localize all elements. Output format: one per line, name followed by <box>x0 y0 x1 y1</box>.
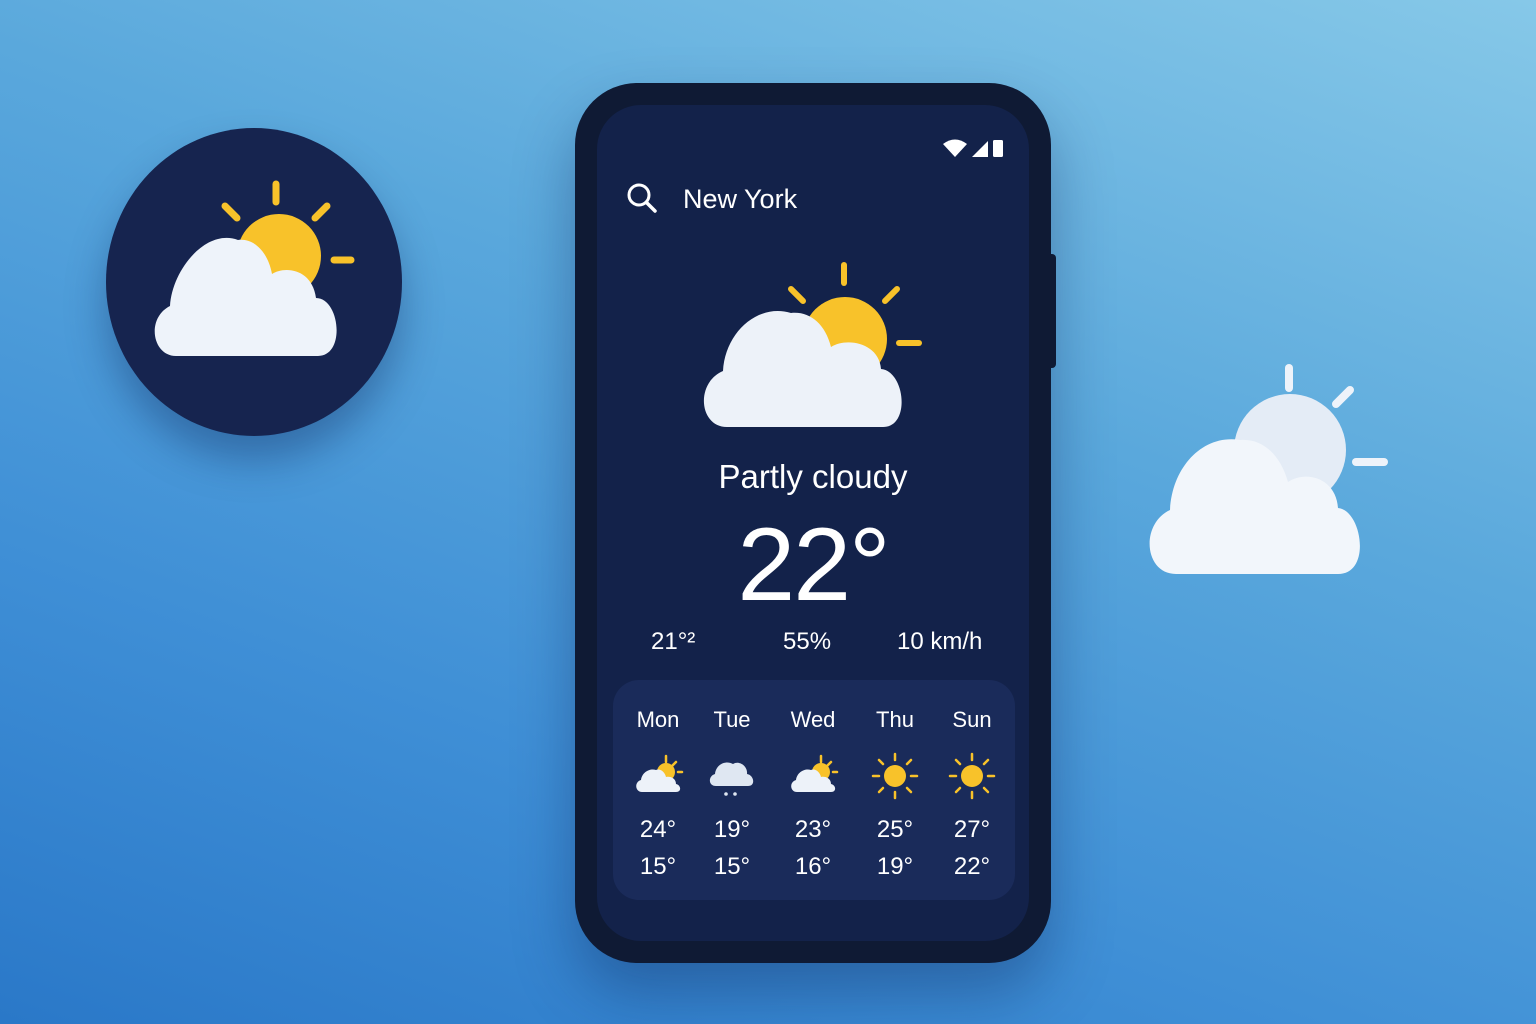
forecast-low: 15° <box>713 853 751 880</box>
app-icon-partly-cloudy <box>154 180 355 356</box>
current-temperature: 22° <box>737 507 890 623</box>
forecast-day[interactable]: Thu 25° 19° <box>860 680 930 900</box>
stat-humidity: 55% <box>783 628 832 655</box>
forecast-day-name: Tue <box>713 707 751 732</box>
app-icon <box>106 128 402 436</box>
forecast-low: 16° <box>794 853 832 880</box>
location-name[interactable]: New York <box>683 183 797 215</box>
forecast-high: 19° <box>713 816 751 843</box>
partly-cloudy-icon <box>697 259 927 444</box>
stat-wind: 10 km/h <box>897 628 983 655</box>
forecast-day-name: Wed <box>790 707 836 732</box>
sun-icon <box>948 752 996 800</box>
forecast-day[interactable]: Mon 24° 15° <box>623 680 693 900</box>
forecast-high: 25° <box>876 816 914 843</box>
forecast-day-name: Sun <box>952 707 992 732</box>
sun-icon <box>871 752 919 800</box>
forecast-low: 15° <box>639 853 677 880</box>
signal-icon <box>972 141 988 157</box>
phone-side-button <box>1049 254 1056 368</box>
forecast-day-name: Mon <box>636 707 680 732</box>
forecast-low: 22° <box>953 853 991 880</box>
forecast-day-name: Thu <box>876 707 914 732</box>
weather-app-screen: New York Partly cloudy 22° 21°² 55% 10 k… <box>597 105 1029 941</box>
forecast-day[interactable]: Tue 19° 15° <box>697 680 767 900</box>
forecast-day[interactable]: Wed 23° 16° <box>778 680 848 900</box>
forecast-high: 27° <box>953 816 991 843</box>
search-icon[interactable] <box>625 181 659 220</box>
forecast-low: 19° <box>876 853 914 880</box>
forecast-high: 24° <box>639 816 677 843</box>
partly-cloudy-icon <box>636 754 684 792</box>
weather-condition: Partly cloudy <box>718 458 908 495</box>
partly-cloudy-icon <box>791 754 839 792</box>
stat-temperature: 21°² <box>651 628 696 655</box>
forecast-card: Mon 24° 15° Tue 19° 15° Wed 23° 16° Thu … <box>613 680 1015 900</box>
rain-cloud-icon <box>709 762 754 796</box>
forecast-day[interactable]: Sun 27° 22° <box>937 680 1007 900</box>
forecast-high: 23° <box>794 816 832 843</box>
cloud-sun-outline-icon <box>1140 358 1390 583</box>
status-bar <box>943 139 1003 157</box>
battery-icon <box>993 140 1003 157</box>
wifi-icon <box>943 139 967 157</box>
